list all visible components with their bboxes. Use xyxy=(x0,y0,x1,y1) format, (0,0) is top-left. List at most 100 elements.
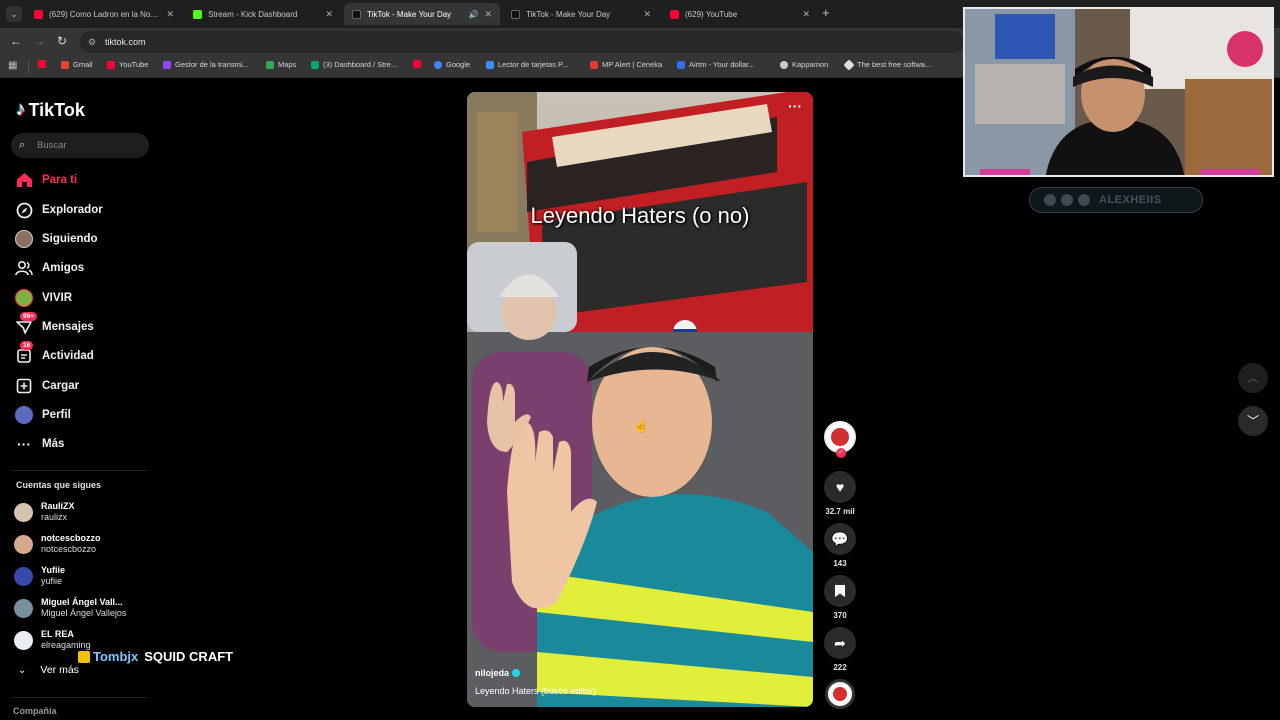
browser-tab[interactable]: (629) YouTube ✕ xyxy=(662,3,818,25)
reload-icon[interactable]: ↻ xyxy=(57,34,67,48)
site-info-icon[interactable]: ⚙ xyxy=(88,31,96,53)
back-arrow-icon[interactable]: ← xyxy=(10,34,22,48)
like-count: 32.7 mil xyxy=(825,507,855,516)
apps-grid-icon[interactable]: ▦ xyxy=(8,60,17,71)
browser-tab[interactable]: Stream - Kick Dashboard ✕ xyxy=(185,3,341,25)
youtube-favicon-icon xyxy=(107,60,115,69)
bookmark-software[interactable]: The best free softwa... xyxy=(843,58,931,71)
kick-favicon-icon xyxy=(193,9,202,19)
activity-badge: 16 xyxy=(20,341,34,350)
video-author[interactable]: nilojeda xyxy=(475,668,521,678)
nav-item-vivir[interactable]: VIVIR xyxy=(14,288,72,308)
nav-item-para-ti[interactable]: Para ti xyxy=(14,170,77,190)
tiktok-logo[interactable]: ♪ TikTok xyxy=(16,99,85,121)
comment-bubble-icon: 💬 xyxy=(831,531,849,547)
account-name: Miguel Ángel Vall... xyxy=(41,597,123,607)
audio-playing-icon[interactable]: 🔊 xyxy=(468,10,478,19)
search-placeholder: Buscar xyxy=(37,140,67,151)
kappamon-favicon-icon xyxy=(780,60,788,69)
account-name: RauliZX xyxy=(41,501,75,511)
following-account[interactable]: RauliZX raulizx xyxy=(14,501,75,523)
bookmark-label: YouTube xyxy=(119,60,149,69)
sidebar-divider xyxy=(12,697,147,698)
nav-item-mas[interactable]: ··· Más xyxy=(14,434,64,454)
new-tab-icon[interactable]: + xyxy=(822,5,830,20)
bookmark-kappamon[interactable]: Kappamon xyxy=(780,60,828,69)
nav-item-perfil[interactable]: Perfil xyxy=(14,405,71,425)
browser-tab[interactable]: (629) Como Ladron en la Noche ✕ xyxy=(26,3,182,25)
close-tab-icon[interactable]: ✕ xyxy=(484,9,492,20)
bookmark-google[interactable]: Google xyxy=(434,60,470,69)
bookmark-label: Google xyxy=(446,60,471,69)
google-favicon-icon xyxy=(434,60,442,69)
next-video-button[interactable]: ﹀ xyxy=(1238,406,1268,436)
bookmark-airtm[interactable]: Airtm - Your dollar... xyxy=(677,60,754,69)
account-name: Yufiie xyxy=(41,565,66,575)
bookmark-label: MP Alert | Ceneka xyxy=(602,60,663,69)
browser-tab[interactable]: TikTok - Make Your Day ✕ xyxy=(503,3,659,25)
webcam-overlay xyxy=(963,7,1274,177)
company-link[interactable]: Compañía xyxy=(13,706,57,716)
following-avatar xyxy=(14,229,34,249)
forward-arrow-icon[interactable]: → xyxy=(33,34,45,48)
search-input[interactable]: ⌕ Buscar xyxy=(11,133,149,158)
following-account[interactable]: EL REA elreagaming xyxy=(14,629,91,651)
youtube-favicon-icon xyxy=(413,60,421,68)
follow-check-icon[interactable]: ✓ xyxy=(836,448,846,458)
see-more-button[interactable]: ⌄ Ver más xyxy=(18,664,79,676)
tiktok-favicon-icon xyxy=(352,9,361,19)
bookmark-divider xyxy=(28,61,29,73)
game-name: SQUID CRAFT xyxy=(144,649,234,664)
bookmark-twitch[interactable]: Gestor de la transmi... xyxy=(163,60,249,69)
close-tab-icon[interactable]: ✕ xyxy=(643,9,651,20)
close-tab-icon[interactable]: ✕ xyxy=(166,9,174,20)
browser-tab-active[interactable]: TikTok - Make Your Day 🔊 ✕ xyxy=(344,3,500,25)
bookmark-maps[interactable]: Maps xyxy=(266,60,296,69)
bookmark-item[interactable] xyxy=(413,60,425,68)
share-button[interactable]: ➦ xyxy=(824,627,856,659)
creator-avatar[interactable]: ✓ xyxy=(824,421,856,458)
tab-title: (629) Como Ladron en la Noche xyxy=(49,9,161,19)
nav-label: Cargar xyxy=(42,380,80,392)
bookmark-youtube[interactable]: YouTube xyxy=(107,60,148,69)
tiktok-favicon-icon xyxy=(511,9,520,19)
bookmark-mp-alert[interactable]: MP Alert | Ceneka xyxy=(590,60,662,69)
bookmark-dashboard[interactable]: (3) Dashboard / Stre... xyxy=(311,60,397,69)
sound-disc[interactable] xyxy=(825,679,855,709)
chevron-up-icon: ︿ xyxy=(1246,371,1259,385)
youtube-social-icon xyxy=(1078,194,1090,206)
mouse-pointer-icon: ☝ xyxy=(633,418,650,433)
avatar-image xyxy=(831,428,849,446)
nav-item-mensajes[interactable]: 99+ Mensajes xyxy=(14,312,94,337)
tab-title: TikTok - Make Your Day xyxy=(526,9,611,19)
video-more-options-icon[interactable]: ··· xyxy=(788,98,802,114)
live-avatar xyxy=(14,288,34,308)
account-avatar xyxy=(14,630,33,650)
nav-item-explorador[interactable]: Explorador xyxy=(14,200,103,220)
nav-item-actividad[interactable]: 16 Actividad xyxy=(14,341,94,366)
bookmark-item[interactable] xyxy=(38,60,50,68)
save-button[interactable] xyxy=(824,575,856,607)
video-player[interactable] xyxy=(467,92,813,707)
following-account[interactable]: notcescbozzo notcescbozzo xyxy=(14,533,101,555)
nav-item-siguiendo[interactable]: Siguiendo xyxy=(14,229,98,249)
bookmark-label: Gestor de la transmi... xyxy=(175,60,249,69)
comment-button[interactable]: 💬 xyxy=(824,523,856,555)
previous-video-button[interactable]: ︿ xyxy=(1238,363,1268,393)
url-text: tiktok.com xyxy=(105,37,146,47)
nav-item-cargar[interactable]: Cargar xyxy=(14,376,79,396)
close-tab-icon[interactable]: ✕ xyxy=(325,9,333,20)
close-tab-icon[interactable]: ✕ xyxy=(802,9,810,20)
following-account[interactable]: Miguel Ángel Vall... Miguel Ángel Vallejo… xyxy=(14,597,126,619)
home-icon xyxy=(14,170,34,190)
compass-icon xyxy=(14,200,34,220)
tab-search-chevron-icon[interactable]: ⌄ xyxy=(6,6,22,22)
following-account[interactable]: Yufiie yufiie xyxy=(14,565,65,587)
nav-item-amigos[interactable]: Amigos xyxy=(14,258,84,278)
save-count: 370 xyxy=(833,611,847,620)
bookmark-gmail[interactable]: Gmail xyxy=(61,60,93,69)
address-bar[interactable]: ⚙ tiktok.com xyxy=(80,31,965,53)
bookmark-card-reader[interactable]: Lector de tarjetas P... xyxy=(486,60,568,69)
like-button[interactable]: ♥ xyxy=(824,471,856,503)
sound-disc-image xyxy=(833,687,847,701)
